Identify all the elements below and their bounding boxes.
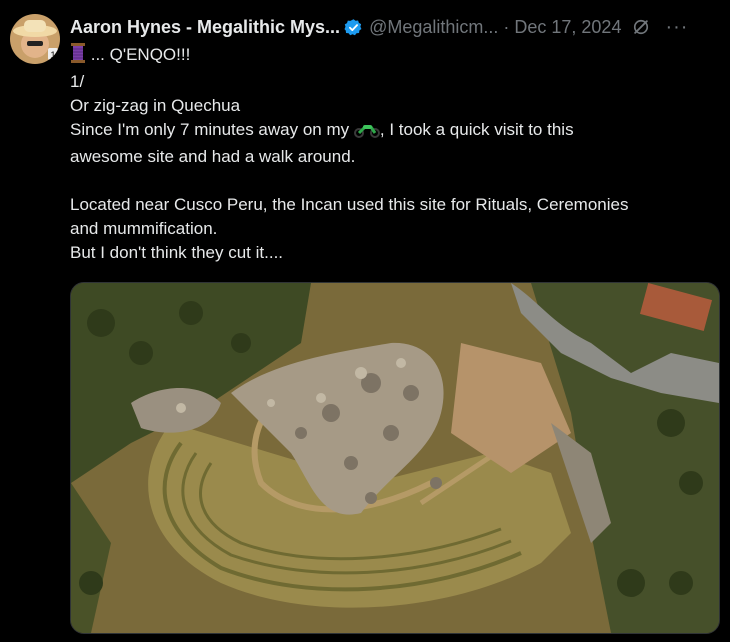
post-line: Since I'm only 7 minutes away on my , I … (70, 118, 710, 145)
avatar[interactable]: 1 (10, 14, 60, 64)
post-line: ... Q'ENQO!!! (70, 43, 710, 70)
post-line: awesome site and had a walk around. (70, 147, 356, 166)
author-handle[interactable]: @Megalithicm... (369, 17, 498, 38)
author-name[interactable]: Aaron Hynes - Megalithic Mys... (70, 17, 340, 38)
post-text: Since I'm only 7 minutes away on my (70, 120, 354, 139)
aerial-site-photo (71, 283, 719, 633)
motorbike-emoji (353, 121, 380, 145)
more-options-icon[interactable]: ··· (665, 16, 688, 39)
tweet-header: Aaron Hynes - Megalithic Mys... @Megalit… (70, 15, 716, 39)
tweet-text: ... Q'ENQO!!! 1/ Or zig-zag in Quechua S… (70, 43, 710, 265)
grok-icon[interactable] (631, 17, 651, 37)
post-line: and mummification. (70, 219, 218, 238)
verified-badge-icon (344, 18, 362, 35)
post-line: Located near Cusco Peru, the Incan used … (70, 195, 629, 214)
post-line: 1/ (70, 72, 85, 91)
post-line: But I don't think they cut it.... (70, 243, 284, 262)
separator-dot: · (503, 16, 510, 37)
post-text: ... Q'ENQO!!! (90, 45, 191, 64)
post-line: Or zig-zag in Quechua (70, 96, 241, 115)
post-image[interactable] (70, 282, 720, 634)
svg-text:1: 1 (50, 50, 55, 60)
post-date[interactable]: Dec 17, 2024 (514, 17, 621, 38)
tweet: 1 Aaron Hynes - Megalithic Mys... @Megal… (0, 0, 730, 642)
post-text: , I took a quick visit to this (379, 120, 574, 139)
thread-spool-emoji (70, 43, 86, 70)
